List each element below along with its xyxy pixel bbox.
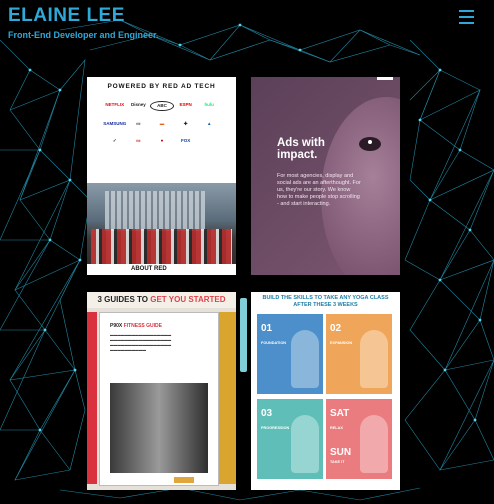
logo-13: ● (160, 138, 164, 143)
logo-12: ▭ (136, 138, 141, 143)
tile-label: EXPANSION (330, 341, 353, 345)
yoga-figure-image (291, 330, 319, 388)
hamburger-menu-icon[interactable] (459, 10, 474, 24)
logo-9: ✚ (183, 121, 188, 126)
eye-image (359, 137, 381, 151)
fox-logo: FOX (180, 138, 191, 143)
red-side-bar (87, 312, 97, 484)
site-title[interactable]: ELAINE LEE (8, 6, 159, 26)
week-tile-1: 01 FOUNDATION (257, 314, 323, 394)
card-caption: ABOUT RED (87, 264, 236, 275)
samsung-logo: SAMSUNG (103, 121, 127, 126)
tile-label-2: TAKE IT (330, 460, 345, 464)
guide-text: ▬▬▬▬▬▬▬▬▬▬▬▬▬▬▬▬▬ ▬▬▬▬▬▬▬▬▬▬▬▬▬▬▬▬▬ ▬▬▬▬▬▬… (110, 333, 172, 352)
yoga-figure-image (360, 415, 388, 473)
portfolio-card-ads-with-impact[interactable]: Ads with impact. For most agencies, disp… (251, 77, 400, 275)
team-photo (87, 183, 236, 275)
guide-page: P90X FITNESS GUIDE ▬▬▬▬▬▬▬▬▬▬▬▬▬▬▬▬▬ ▬▬▬▬… (99, 312, 219, 486)
guide-title: FITNESS GUIDE (123, 323, 162, 329)
disney-logo: Disney (131, 102, 146, 107)
card-title: 3 GUIDES TO GET YOU STARTED (87, 292, 236, 308)
weekend-tile: SAT RELAX SUN TAKE IT (326, 399, 392, 479)
tile-number: 03 (261, 408, 273, 419)
yoga-figure-image (360, 330, 388, 388)
logo-7: ▭ (136, 121, 141, 126)
portfolio-card-p90x-guide[interactable]: 3 GUIDES TO GET YOU STARTED P90X FITNESS… (87, 292, 236, 490)
tile-number: SAT (330, 408, 350, 419)
tile-label: PROGRESSION (261, 426, 290, 430)
nike-logo: ✓ (112, 138, 117, 143)
card-title: POWERED BY RED AD TECH (107, 83, 216, 90)
title-prefix: 3 GUIDES TO (97, 295, 149, 304)
title-highlight: GET YOU STARTED (150, 295, 226, 304)
logo-8: ▬ (159, 121, 165, 126)
site-header: ELAINE LEE Front-End Developer and Engin… (8, 6, 159, 41)
portfolio-card-yoga-schedule[interactable]: BUILD THE SKILLS TO TAKE ANY YOGA CLASS … (251, 292, 400, 490)
week-tile-3: 03 PROGRESSION (257, 399, 323, 479)
tab-indicator (377, 77, 393, 80)
portfolio-card-red-ad-tech[interactable]: POWERED BY RED AD TECH NETFLIX Disney AB… (87, 77, 236, 275)
guide-brand: P90X (110, 323, 123, 329)
site-tagline: Front-End Developer and Engineer. (8, 30, 159, 40)
card-title: BUILD THE SKILLS TO TAKE ANY YOGA CLASS … (262, 295, 389, 308)
guide-photo (110, 383, 208, 473)
week-tile-2: 02 EXPANSION (326, 314, 392, 394)
yellow-side-bar (217, 312, 236, 484)
tile-number-2: SUN (330, 447, 352, 458)
abc-logo: ABC (150, 101, 174, 111)
paramount-logo: ▲ (206, 121, 212, 126)
network-background (0, 19, 494, 501)
espn-logo: ESPN (179, 102, 192, 107)
tile-number: 01 (261, 323, 273, 334)
tile-label: FOUNDATION (261, 341, 287, 345)
netflix-logo: NETFLIX (105, 102, 125, 107)
tile-label: RELAX (330, 426, 343, 430)
yoga-figure-image (291, 415, 319, 473)
card-body: For most agencies, display and social ad… (277, 173, 361, 207)
card-headline: Ads with impact. (277, 137, 325, 161)
accent-bar (240, 298, 247, 372)
logo-15 (197, 137, 221, 145)
guide-button (174, 477, 194, 483)
hulu-logo: hulu (204, 102, 214, 107)
tile-number: 02 (330, 323, 342, 334)
guide-heading: P90X FITNESS GUIDE (110, 323, 162, 329)
client-logo-grid: NETFLIX Disney ABC ESPN hulu SAMSUNG ▭ ▬… (103, 101, 221, 145)
